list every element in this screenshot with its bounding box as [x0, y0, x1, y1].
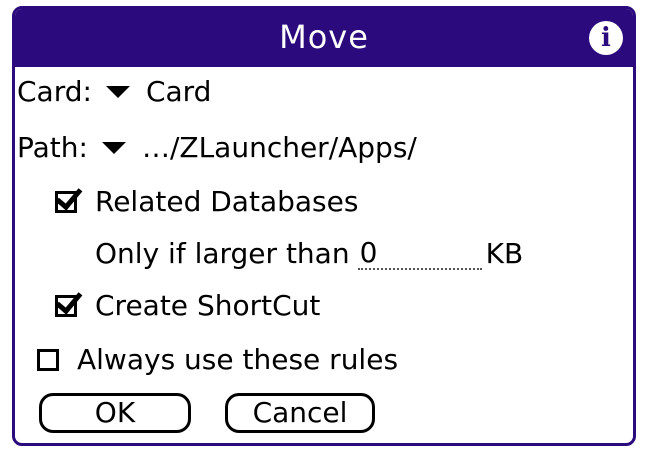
info-icon[interactable]: i [589, 21, 623, 55]
create-shortcut-label: Create ShortCut [95, 289, 321, 322]
dialog-title: Move [279, 18, 369, 56]
always-use-rules-row[interactable]: Always use these rules [37, 343, 398, 377]
related-databases-row[interactable]: Related Databases [55, 185, 358, 219]
related-databases-checkbox[interactable] [55, 191, 77, 213]
cancel-button[interactable]: Cancel [225, 393, 375, 433]
create-shortcut-checkbox[interactable] [55, 295, 77, 317]
size-input[interactable]: 0 [357, 238, 482, 270]
dialog-titlebar: Move i [15, 9, 633, 67]
card-row: Card: Card [17, 75, 211, 109]
move-dialog: Move i Card: Card Path: …/ZLauncher/Apps… [12, 6, 636, 446]
card-popup-trigger[interactable]: Card [102, 75, 212, 109]
always-use-rules-checkbox[interactable] [37, 349, 59, 371]
size-filter-label: Only if larger than [95, 237, 350, 270]
path-value: …/ZLauncher/Apps/ [141, 131, 417, 164]
path-row: Path: …/ZLauncher/Apps/ [17, 131, 417, 165]
triangle-down-icon [105, 86, 130, 98]
always-use-rules-label: Always use these rules [77, 343, 399, 376]
card-label: Card: [17, 75, 92, 108]
related-databases-label: Related Databases [95, 185, 359, 218]
create-shortcut-row[interactable]: Create ShortCut [55, 289, 320, 323]
path-popup-trigger[interactable]: …/ZLauncher/Apps/ [98, 131, 417, 165]
triangle-down-icon [101, 142, 126, 154]
path-label: Path: [17, 131, 88, 164]
card-value: Card [145, 75, 212, 108]
ok-button[interactable]: OK [39, 393, 191, 433]
size-filter-row: Only if larger than 0 KB [95, 237, 523, 271]
size-unit: KB [485, 237, 524, 270]
